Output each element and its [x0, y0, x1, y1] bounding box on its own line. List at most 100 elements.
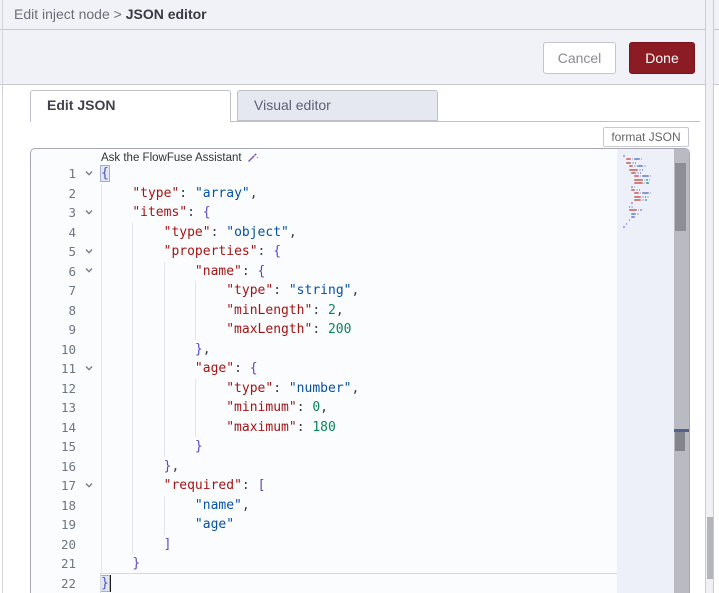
fold-gutter-empty — [76, 554, 101, 574]
tab-visual-editor[interactable]: Visual editor — [237, 90, 438, 121]
line-content[interactable]: "age": { — [101, 359, 689, 379]
line-content[interactable]: { — [100, 164, 689, 184]
code-line[interactable]: 9 "maxLength": 200 — [31, 320, 689, 340]
code-line[interactable]: 12 "type": "number", — [31, 378, 689, 398]
line-content[interactable]: "type": "string", — [101, 281, 689, 301]
token-s: "number" — [288, 380, 352, 396]
format-json-button[interactable]: format JSON — [603, 127, 689, 147]
indent-guide — [163, 515, 165, 535]
code-line[interactable]: 6 "name": { — [31, 261, 689, 282]
indent-guide — [101, 534, 102, 554]
line-number: 11 — [60, 361, 76, 376]
line-content[interactable]: "properties": { — [101, 242, 689, 262]
minimap-mark — [634, 178, 643, 181]
line-content[interactable]: "minLength": 2, — [101, 300, 689, 320]
code-line[interactable]: 3 "items": { — [31, 203, 689, 223]
line-content[interactable]: } — [100, 572, 689, 593]
code-line[interactable]: 16 }, — [31, 456, 689, 476]
indent-guide — [163, 437, 165, 457]
code-editor[interactable]: Ask the FlowFuse Assistant 1{2 "type": "… — [30, 148, 690, 593]
minimap-mark — [634, 165, 636, 168]
indent-guide — [163, 320, 165, 340]
line-content[interactable]: "items": { — [101, 203, 689, 223]
page-scrollbar[interactable] — [705, 0, 714, 593]
fold-gutter-empty — [76, 418, 101, 438]
text-cursor — [108, 574, 111, 592]
minimap-mark — [634, 199, 642, 202]
line-content[interactable]: } — [101, 554, 689, 574]
line-content[interactable]: "type": "array", — [101, 183, 689, 203]
line-content[interactable]: "maximum": 180 — [101, 417, 689, 437]
fold-chevron-icon[interactable] — [76, 164, 101, 184]
editor-scrollbar-thumb[interactable] — [675, 163, 686, 231]
minimap-mark — [647, 195, 649, 198]
code-line[interactable]: 22} — [31, 572, 689, 593]
cancel-button[interactable]: Cancel — [543, 42, 616, 74]
code-line[interactable]: 8 "minLength": 2, — [31, 300, 689, 320]
minimap-mark — [642, 195, 644, 198]
line-content[interactable]: "maxLength": 200 — [101, 320, 689, 340]
line-content[interactable]: "type": "object", — [101, 222, 689, 242]
code-line[interactable]: 13 "minimum": 0, — [31, 398, 689, 418]
indent-guide — [101, 320, 102, 340]
code-line[interactable]: 17 "required": [ — [31, 476, 689, 496]
page-scrollbar-thumb[interactable] — [707, 517, 713, 579]
minimap-mark — [631, 212, 637, 215]
fold-chevron-icon[interactable] — [76, 203, 101, 223]
line-content[interactable]: "age" — [101, 515, 689, 535]
token-s: "age" — [194, 517, 235, 532]
line-content[interactable]: "required": [ — [101, 476, 689, 496]
code-line[interactable]: 21 } — [31, 554, 689, 574]
minimap[interactable] — [617, 149, 674, 593]
fold-chevron-icon[interactable] — [76, 262, 101, 282]
minimap-mark — [644, 195, 647, 198]
indent-guide — [163, 339, 165, 359]
minimap-mark — [646, 178, 648, 181]
line-content[interactable]: }, — [101, 339, 689, 359]
indent-guide — [132, 339, 134, 359]
minimap-mark — [625, 161, 632, 164]
minimap-mark — [625, 158, 631, 161]
code-line[interactable]: 4 "type": "object", — [31, 222, 689, 242]
code-line[interactable]: 10 }, — [31, 339, 689, 359]
indent-guide — [101, 456, 102, 476]
breadcrumb-parent[interactable]: Edit inject node — [14, 6, 110, 22]
token-p: : — [179, 185, 195, 201]
token-s: "string" — [288, 283, 352, 298]
indent-guide — [101, 222, 102, 242]
fold-chevron-icon[interactable] — [76, 359, 101, 379]
indent-guide — [194, 378, 196, 398]
code-line[interactable]: 18 "name", — [31, 495, 689, 515]
line-content[interactable]: ] — [101, 534, 689, 554]
line-content[interactable]: "name": { — [101, 261, 689, 281]
code-line[interactable]: 14 "maximum": 180 — [31, 417, 689, 438]
line-content[interactable]: } — [101, 437, 689, 457]
minimap-line — [622, 226, 672, 229]
token-b: { — [202, 205, 211, 220]
code-line[interactable]: 1{ — [31, 164, 689, 184]
tab-edit-json[interactable]: Edit JSON — [30, 90, 231, 122]
token-p: , — [351, 283, 360, 298]
line-content[interactable]: }, — [101, 456, 689, 476]
code-line[interactable]: 19 "age" — [31, 515, 689, 535]
line-content[interactable]: "minimum": 0, — [101, 398, 689, 418]
line-content[interactable]: "type": "number", — [101, 378, 689, 398]
indent-guide — [163, 398, 165, 418]
line-number: 20 — [60, 536, 76, 552]
line-content[interactable]: "name", — [101, 495, 689, 515]
fold-chevron-icon[interactable] — [76, 476, 101, 496]
assistant-prompt[interactable]: Ask the FlowFuse Assistant — [101, 149, 689, 164]
code-line[interactable]: 7 "type": "string", — [31, 281, 689, 301]
done-button[interactable]: Done — [629, 42, 695, 74]
minimap-mark — [641, 168, 644, 171]
dialog-left-border — [2, 0, 3, 593]
code-line[interactable]: 5 "properties": { — [31, 242, 689, 262]
code-line[interactable]: 20 ] — [31, 534, 689, 554]
code-line[interactable]: 11 "age": { — [31, 359, 689, 379]
fold-chevron-icon[interactable] — [76, 242, 101, 262]
editor-scrollbar[interactable] — [674, 149, 689, 593]
token-p: , — [320, 400, 328, 415]
token-b: } — [194, 439, 203, 454]
code-line[interactable]: 2 "type": "array", — [31, 183, 689, 203]
code-line[interactable]: 15 } — [31, 437, 689, 457]
